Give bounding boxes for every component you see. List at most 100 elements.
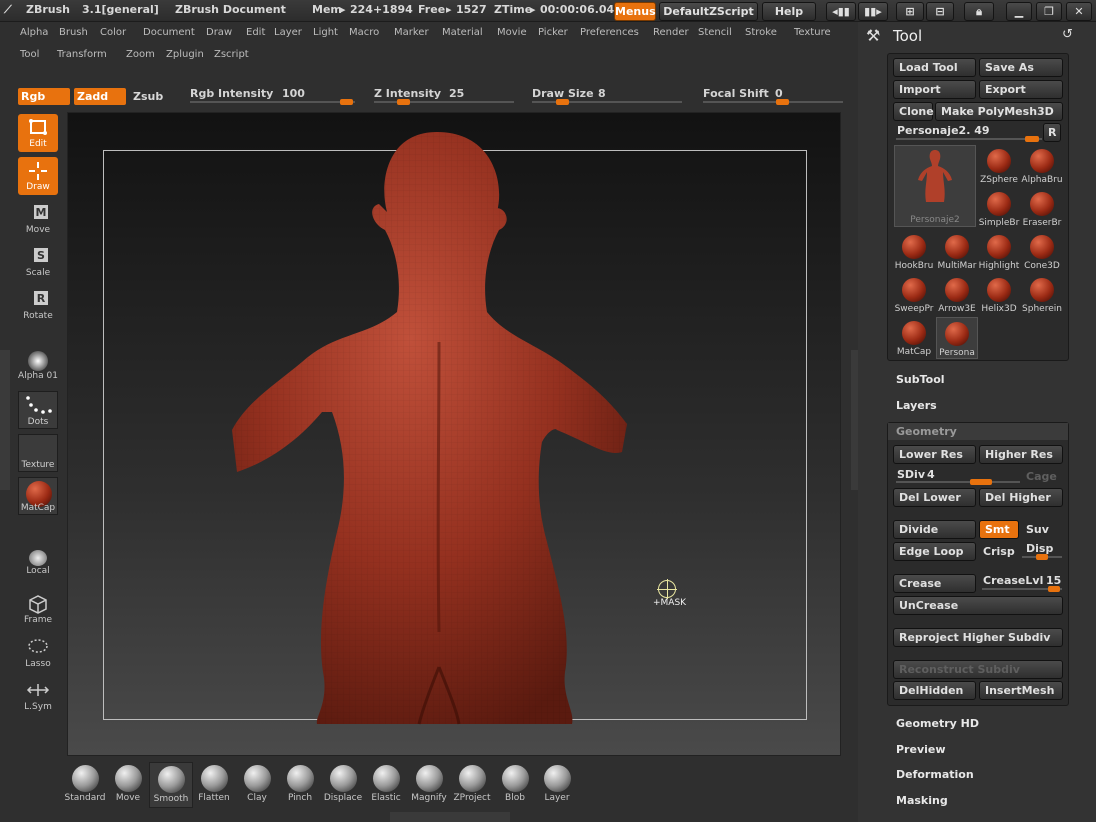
reconstruct-subdiv-button[interactable]: Reconstruct Subdiv <box>893 660 1063 679</box>
tool-reset-button[interactable]: R <box>1043 123 1061 142</box>
menu-alpha[interactable]: Alpha <box>20 27 48 38</box>
alpha-picker[interactable]: Alpha 01 <box>18 348 58 386</box>
scroll-left-icon[interactable]: ◂▮▮ <box>826 2 856 21</box>
tool-item-sweeppr[interactable]: SweepPr <box>893 274 935 316</box>
menu-texture[interactable]: Texture <box>794 27 831 38</box>
lsym-button[interactable]: L.Sym <box>18 677 58 715</box>
tool-item-arrow3e[interactable]: Arrow3E <box>936 274 978 316</box>
minimize-icon[interactable]: ▁ <box>1006 2 1032 21</box>
crease-lvl-handle[interactable] <box>1048 586 1060 592</box>
menu-preferences[interactable]: Preferences <box>580 27 639 38</box>
menu-movie[interactable]: Movie <box>497 27 527 38</box>
suv-toggle[interactable]: Suv <box>1026 523 1049 536</box>
tool-item-highlight[interactable]: Highlight <box>978 231 1020 273</box>
tool-item-helix3d[interactable]: Helix3D <box>978 274 1020 316</box>
menu-draw[interactable]: Draw <box>206 27 232 38</box>
delhidden-button[interactable]: DelHidden <box>893 681 976 700</box>
menu-tool[interactable]: Tool <box>20 49 39 60</box>
higher-res-button[interactable]: Higher Res <box>979 445 1063 464</box>
subtool-section[interactable]: SubTool <box>896 373 945 386</box>
deformation-section[interactable]: Deformation <box>896 768 974 781</box>
matcap-picker[interactable]: MatCap <box>18 477 58 515</box>
tool-item-hookbru[interactable]: HookBru <box>893 231 935 273</box>
frame-button[interactable]: Frame <box>18 590 58 628</box>
menu-stencil[interactable]: Stencil <box>698 27 732 38</box>
rotate-mode-button[interactable]: R Rotate <box>18 286 58 324</box>
restore-icon[interactable]: ❐ <box>1036 2 1062 21</box>
make-polymesh-button[interactable]: Make PolyMesh3D <box>935 102 1063 121</box>
draw-size-handle[interactable] <box>556 99 569 105</box>
menu-color[interactable]: Color <box>100 27 126 38</box>
layout-alt-icon[interactable]: ⊟ <box>926 2 954 21</box>
export-button[interactable]: Export <box>979 80 1063 99</box>
rgb-toggle[interactable]: Rgb <box>18 88 70 105</box>
rgb-intensity-slider[interactable] <box>190 101 355 103</box>
texture-picker[interactable]: Texture <box>18 434 58 472</box>
save-as-button[interactable]: Save As <box>979 58 1063 77</box>
clone-button[interactable]: Clone <box>893 102 934 121</box>
brush-layer[interactable]: Layer <box>535 762 579 808</box>
scroll-right-icon[interactable]: ▮▮▸ <box>858 2 888 21</box>
menu-render[interactable]: Render <box>653 27 689 38</box>
brush-displace[interactable]: Displace <box>321 762 365 808</box>
draw-size-slider[interactable] <box>532 101 682 103</box>
menu-transform[interactable]: Transform <box>57 49 107 60</box>
focal-shift-handle[interactable] <box>776 99 789 105</box>
move-mode-button[interactable]: M Move <box>18 200 58 238</box>
tool-item-cone3d[interactable]: Cone3D <box>1021 231 1063 273</box>
crisp-toggle[interactable]: Crisp <box>983 545 1015 558</box>
draw-mode-button[interactable]: Draw <box>18 157 58 195</box>
disp-slider-handle[interactable] <box>1036 554 1048 560</box>
brush-blob[interactable]: Blob <box>493 762 537 808</box>
help-button[interactable]: Help <box>762 2 816 21</box>
tool-slider[interactable] <box>896 138 1042 140</box>
tool-item-multimar[interactable]: MultiMar <box>936 231 978 273</box>
brush-smooth[interactable]: Smooth <box>149 762 193 808</box>
menu-edit[interactable]: Edit <box>246 27 265 38</box>
zsub-toggle[interactable]: Zsub <box>130 88 174 105</box>
tool-item-matcap[interactable]: MatCap <box>893 317 935 359</box>
tool-item-persona[interactable]: Persona <box>936 317 978 359</box>
menu-light[interactable]: Light <box>313 27 338 38</box>
menu-zscript[interactable]: Zscript <box>214 49 249 60</box>
import-button[interactable]: Import <box>893 80 976 99</box>
cage-button[interactable]: Cage <box>1026 470 1057 483</box>
preview-section[interactable]: Preview <box>896 743 946 756</box>
z-intensity-handle[interactable] <box>397 99 410 105</box>
brush-pinch[interactable]: Pinch <box>278 762 322 808</box>
menu-material[interactable]: Material <box>442 27 483 38</box>
geometry-hd-section[interactable]: Geometry HD <box>896 717 979 730</box>
edge-loop-button[interactable]: Edge Loop <box>893 542 976 561</box>
reproject-higher-subdiv-button[interactable]: Reproject Higher Subdiv <box>893 628 1063 647</box>
brush-move[interactable]: Move <box>106 762 150 808</box>
sdiv-slider-handle[interactable] <box>970 479 992 485</box>
layout-icon[interactable]: ⊞ <box>896 2 924 21</box>
tool-item-spherein[interactable]: Spherein <box>1021 274 1063 316</box>
menu-zplugin[interactable]: Zplugin <box>166 49 204 60</box>
menu-brush[interactable]: Brush <box>59 27 88 38</box>
brush-standard[interactable]: Standard <box>63 762 107 808</box>
menu-layer[interactable]: Layer <box>274 27 302 38</box>
brush-elastic[interactable]: Elastic <box>364 762 408 808</box>
active-tool-thumbnail[interactable]: Personaje2 <box>894 145 976 227</box>
rgb-intensity-handle[interactable] <box>340 99 353 105</box>
brush-clay[interactable]: Clay <box>235 762 279 808</box>
crease-button[interactable]: Crease <box>893 574 976 593</box>
layers-section[interactable]: Layers <box>896 399 937 412</box>
menu-marker[interactable]: Marker <box>394 27 429 38</box>
uncrease-button[interactable]: UnCrease <box>893 596 1063 615</box>
menu-stroke[interactable]: Stroke <box>745 27 777 38</box>
brush-zproject[interactable]: ZProject <box>450 762 494 808</box>
divide-button[interactable]: Divide <box>893 520 976 539</box>
lock-icon[interactable]: 🔒︎ <box>964 2 994 21</box>
sdiv-slider[interactable] <box>896 481 1020 483</box>
default-zscript-button[interactable]: DefaultZScript <box>659 2 758 21</box>
left-dock-handle[interactable] <box>0 350 10 490</box>
insertmesh-button[interactable]: InsertMesh <box>979 681 1063 700</box>
sculpt-model[interactable] <box>67 112 841 756</box>
lower-res-button[interactable]: Lower Res <box>893 445 976 464</box>
menu-document[interactable]: Document <box>143 27 195 38</box>
load-tool-button[interactable]: Load Tool <box>893 58 976 77</box>
local-button[interactable]: Local <box>18 547 58 585</box>
focal-shift-slider[interactable] <box>703 101 843 103</box>
